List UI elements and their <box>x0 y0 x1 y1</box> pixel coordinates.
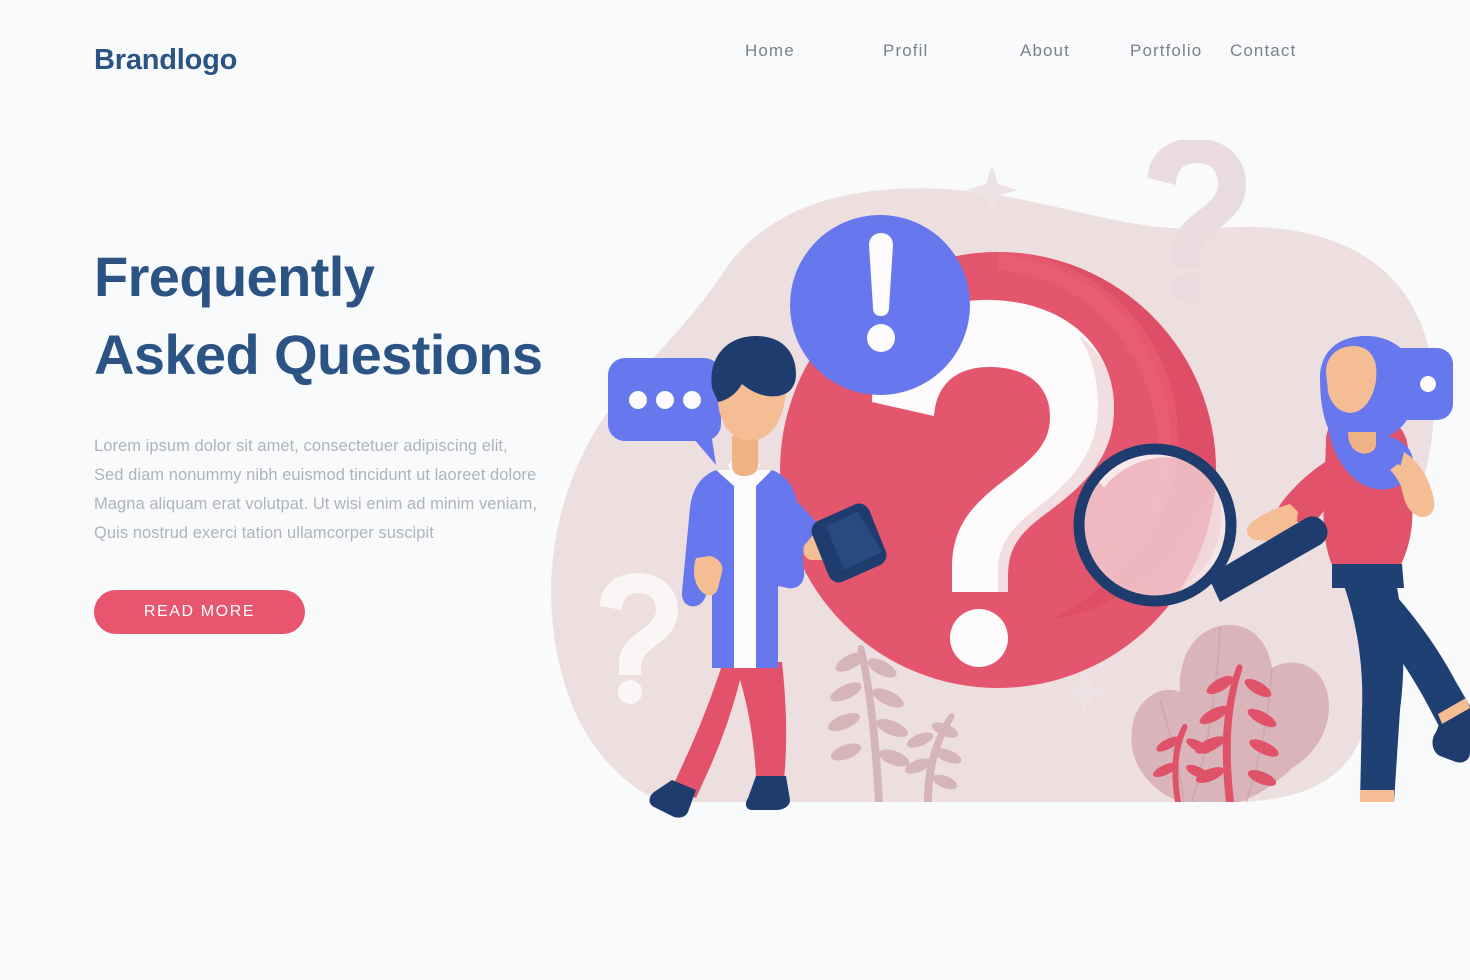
nav-item-contact[interactable]: Contact <box>1230 41 1330 61</box>
main-navigation: Home Profil About Portfolio Contact <box>745 41 1330 61</box>
brand-logo[interactable]: Brandlogo <box>94 44 237 77</box>
faq-illustration-svg <box>551 140 1470 818</box>
nav-item-portfolio[interactable]: Portfolio <box>1130 41 1230 61</box>
nav-item-profil[interactable]: Profil <box>883 41 1020 61</box>
hero-description-line-2: Sed diam nonummy nibh euismod tincidunt … <box>94 466 537 484</box>
hero-description-line-4: Quis nostrud exerci tation ullamcorper s… <box>94 524 434 542</box>
page-title-line-1: Frequently <box>94 245 375 308</box>
faq-illustration <box>520 140 1470 830</box>
exclamation-badge <box>790 215 970 395</box>
page-title-line-2: Asked Questions <box>94 323 543 386</box>
nav-item-home[interactable]: Home <box>745 41 883 61</box>
nav-item-about[interactable]: About <box>1020 41 1130 61</box>
hero-description-line-1: Lorem ipsum dolor sit amet, consectetuer… <box>94 437 508 455</box>
hero-description-line-3: Magna aliquam erat volutpat. Ut wisi eni… <box>94 495 538 513</box>
site-header: Brandlogo Home Profil About Portfolio Co… <box>0 0 1470 110</box>
read-more-button[interactable]: READ MORE <box>94 590 305 634</box>
